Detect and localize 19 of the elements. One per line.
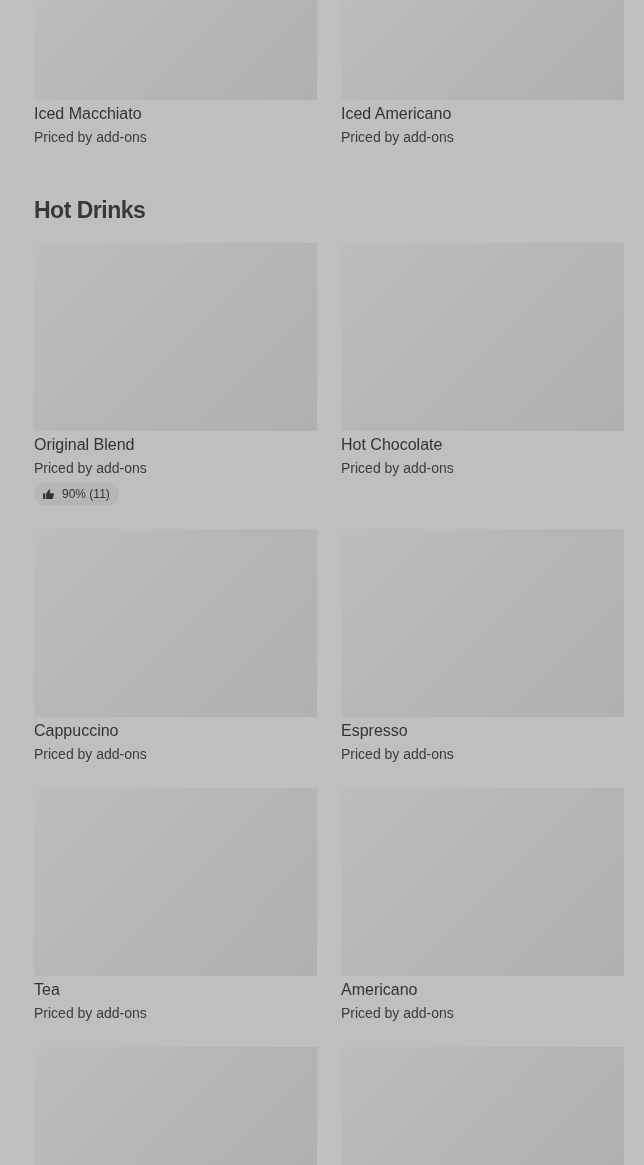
item-price: Priced by add-ons <box>341 128 454 147</box>
item-price: Priced by add-ons <box>341 1004 454 1023</box>
item-price: Priced by add-ons <box>341 459 454 478</box>
item-price: Priced by add-ons <box>34 745 147 764</box>
item-name[interactable]: Espresso <box>341 721 408 741</box>
item-price: Priced by add-ons <box>34 128 147 147</box>
item-name[interactable]: Cappuccino <box>34 721 119 741</box>
item-name[interactable]: Americano <box>341 980 418 1000</box>
item-name[interactable]: Tea <box>34 980 60 1000</box>
item-name[interactable]: Iced Macchiato <box>34 104 142 124</box>
item-name[interactable]: Original Blend <box>34 435 135 455</box>
item-price: Priced by add-ons <box>341 745 454 764</box>
item-price: Priced by add-ons <box>34 1004 147 1023</box>
rating-text: 90% (11) <box>62 487 110 501</box>
item-price: Priced by add-ons <box>34 459 147 478</box>
item-name[interactable]: Hot Chocolate <box>341 435 443 455</box>
thumbs-up-icon <box>43 488 54 500</box>
section-heading: Hot Drinks <box>34 196 147 225</box>
item-name[interactable]: Iced Americano <box>341 104 452 124</box>
